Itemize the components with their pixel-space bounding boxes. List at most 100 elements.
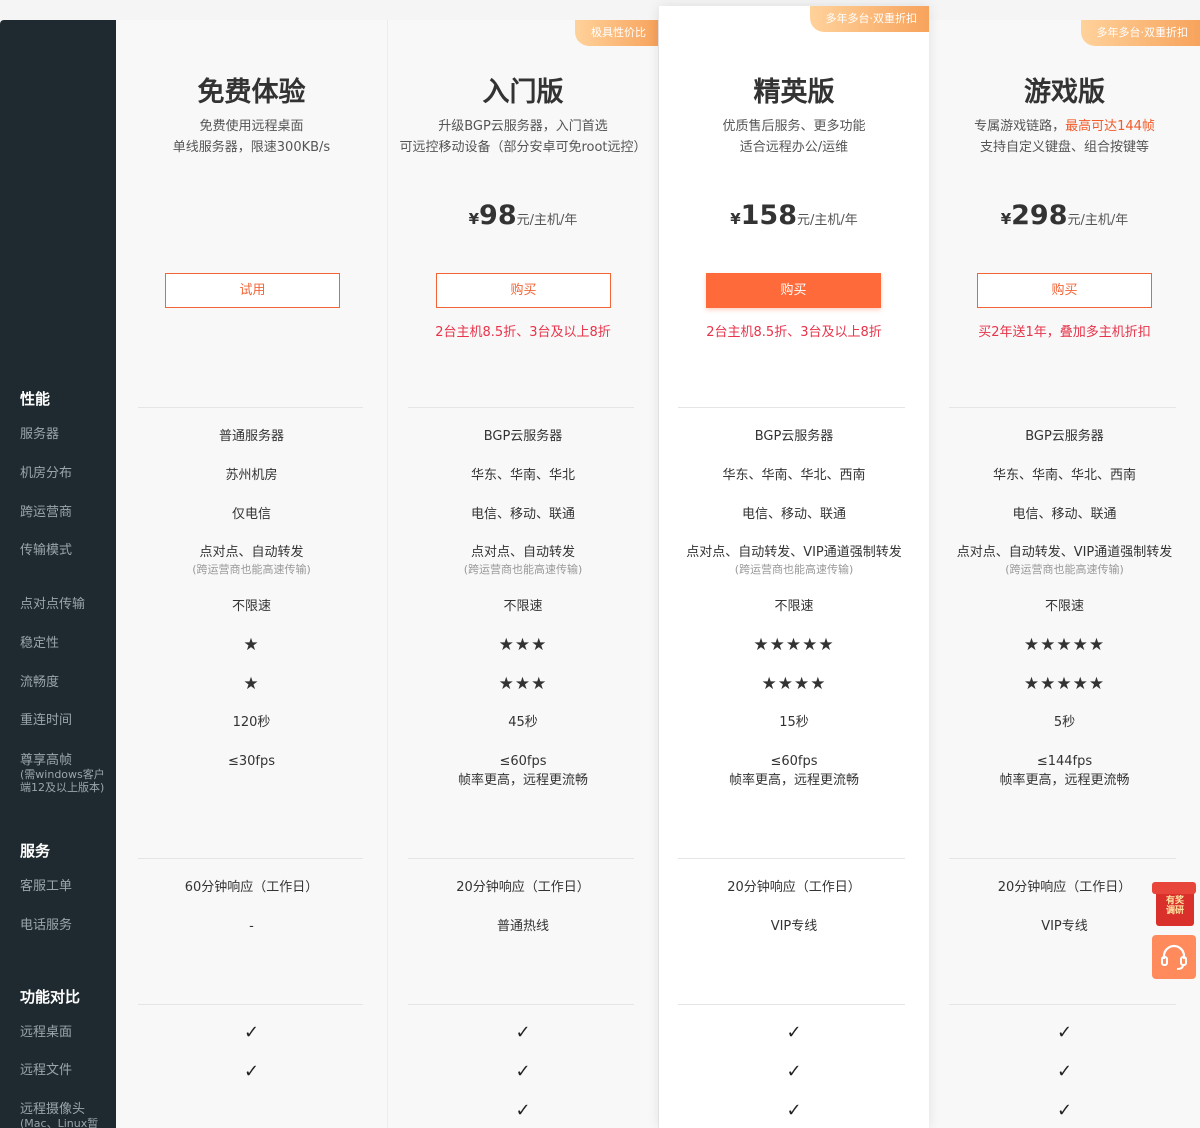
cell-p2p: 不限速	[503, 599, 543, 614]
section-features: 功能对比	[20, 988, 81, 1006]
cell-transfer-note: (跨运营商也能高速传输)	[463, 563, 583, 576]
cell-server: 普通服务器	[218, 429, 284, 444]
cell-fps-text: ≤60fps	[770, 754, 818, 769]
row-label-remote-camera: 远程摄像头 (Mac、Linux暂	[20, 1103, 112, 1128]
divider	[949, 1004, 1176, 1005]
cell-smoothness-stars: ★★★	[498, 674, 548, 694]
cell-transfer: 点对点、自动转发 (跨运营商也能高速传输)	[116, 543, 387, 577]
cell-transfer-note: (跨运营商也能高速传输)	[1005, 563, 1124, 576]
section-service: 服务	[20, 842, 51, 860]
plan-badge: 多年多台·双重折扣	[809, 6, 929, 32]
pricing-page: 性能 服务器 机房分布 跨运营商 传输模式 点对点传输 稳定性 流畅度 重连时间…	[0, 0, 1200, 1128]
cell-cross-isp: 电信、移动、联通	[1012, 507, 1117, 522]
divider	[408, 1004, 634, 1005]
plan-desc: 升级BGP云服务器，入门首选 可远控移动设备（部分安卓可免root远控）	[388, 116, 658, 158]
divider	[408, 407, 634, 408]
promo-text: 买2年送1年，叠加多主机折扣	[978, 325, 1151, 340]
price-unit: 元/主机/年	[1067, 213, 1129, 228]
try-button[interactable]: 试用	[165, 273, 340, 308]
divider	[408, 858, 634, 859]
plan-desc: 优质售后服务、更多功能 适合远程办公/运维	[659, 116, 929, 158]
cell-transfer-text: 点对点、自动转发、VIP通道强制转发	[956, 545, 1173, 560]
divider	[678, 1004, 905, 1005]
cell-stability-stars: ★★★	[498, 635, 548, 655]
row-label-cross-isp: 跨运营商	[20, 505, 73, 520]
cell-stability-stars: ★	[243, 635, 260, 655]
cell-reconnect: 120秒	[232, 715, 271, 730]
divider	[678, 407, 905, 408]
cell-transfer-text: 点对点、自动转发	[470, 545, 575, 560]
plan-price: ¥298元/主机/年	[929, 200, 1200, 231]
plan-desc-line2: 单线服务器，限速300KB/s	[172, 140, 331, 155]
buy-button[interactable]: 购买	[436, 273, 611, 308]
customer-service-button[interactable]	[1152, 935, 1196, 979]
divider	[678, 858, 905, 859]
plan-title: 游戏版	[1024, 77, 1105, 108]
plan-desc-line2: 支持自定义键盘、组合按键等	[979, 140, 1149, 155]
cell-server: BGP云服务器	[483, 429, 563, 444]
cell-smoothness-stars: ★★★★	[761, 674, 827, 694]
cell-phone: 普通热线	[496, 919, 549, 934]
cell-server: BGP云服务器	[1025, 429, 1104, 444]
plan-title: 入门版	[482, 77, 564, 108]
cell-fps: ≤144fps 帧率更高，远程更流畅	[929, 752, 1200, 790]
cell-fps-note: 帧率更高，远程更流畅	[457, 773, 588, 788]
row-label-ticket: 客服工单	[20, 879, 73, 894]
price-currency: ¥	[468, 210, 480, 228]
row-label-location: 机房分布	[20, 466, 73, 481]
row-label-phone: 电话服务	[20, 918, 73, 933]
row-label-transfer: 传输模式	[20, 543, 73, 558]
row-label-stability: 稳定性	[20, 636, 60, 651]
check-icon: ✓	[515, 1022, 531, 1043]
cell-ticket: 20分钟响应（工作日）	[727, 880, 861, 895]
row-label-remote-file: 远程文件	[20, 1063, 73, 1078]
cell-location: 华东、华南、华北	[470, 468, 575, 483]
divider	[138, 858, 363, 859]
price-amount: 158	[740, 200, 798, 231]
gift-label: 有奖 调研	[1156, 896, 1194, 916]
cell-reconnect: 45秒	[508, 715, 538, 730]
promo-text: 2台主机8.5折、3台及以上8折	[706, 325, 882, 340]
section-performance: 性能	[20, 390, 51, 408]
cell-location: 华东、华南、华北、西南	[992, 468, 1136, 483]
promo-text: 2台主机8.5折、3台及以上8折	[435, 325, 611, 340]
price-currency: ¥	[1000, 210, 1012, 228]
plan-desc-line2: 适合远程办公/运维	[739, 140, 849, 155]
gift-lid	[1152, 882, 1196, 894]
price-amount: 98	[479, 200, 517, 231]
row-label-remote-desktop: 远程桌面	[20, 1025, 73, 1040]
plan-desc: 免费使用远程桌面 单线服务器，限速300KB/s	[116, 116, 387, 158]
cell-phone: -	[249, 919, 254, 934]
cell-transfer: 点对点、自动转发、VIP通道强制转发 (跨运营商也能高速传输)	[659, 543, 929, 577]
cell-server: BGP云服务器	[754, 429, 834, 444]
price-unit: 元/主机/年	[797, 213, 858, 228]
check-icon: ✓	[1056, 1022, 1073, 1043]
check-icon: ✓	[786, 1061, 802, 1082]
cell-fps-text: ≤144fps	[1036, 754, 1093, 769]
cell-reconnect: 5秒	[1053, 715, 1076, 730]
gift-label-line1: 有奖	[1165, 896, 1184, 906]
cell-smoothness-stars: ★★★★★	[1023, 674, 1106, 694]
row-label-fps-text: 尊享高帧	[20, 753, 73, 768]
cell-location: 华东、华南、华北、西南	[722, 468, 866, 483]
price-unit: 元/主机/年	[516, 213, 578, 228]
cell-ticket: 20分钟响应（工作日）	[456, 880, 590, 895]
check-icon: ✓	[1056, 1061, 1073, 1082]
plan-badge: 极具性价比	[575, 20, 658, 46]
survey-gift-button[interactable]: 有奖 调研	[1152, 882, 1196, 926]
cell-fps: ≤30fps	[227, 754, 276, 769]
cell-fps-text: ≤60fps	[499, 754, 547, 769]
cell-stability-stars: ★★★★★	[1023, 635, 1106, 655]
buy-button[interactable]: 购买	[977, 273, 1152, 308]
row-label-fps-note: (需windows客户端12及以上版本)	[20, 768, 105, 794]
gift-label-line2: 调研	[1165, 906, 1184, 916]
buy-button[interactable]: 购买	[706, 273, 881, 308]
cell-smoothness-stars: ★	[243, 674, 260, 694]
plan-desc-line2: 可远控移动设备（部分安卓可免root远控）	[399, 140, 647, 155]
cell-fps: ≤60fps 帧率更高，远程更流畅	[659, 752, 929, 790]
cell-p2p: 不限速	[1044, 599, 1084, 614]
row-label-server: 服务器	[20, 427, 60, 442]
check-icon: ✓	[243, 1061, 260, 1082]
check-icon: ✓	[243, 1022, 260, 1043]
cell-transfer: 点对点、自动转发 (跨运营商也能高速传输)	[388, 543, 658, 577]
